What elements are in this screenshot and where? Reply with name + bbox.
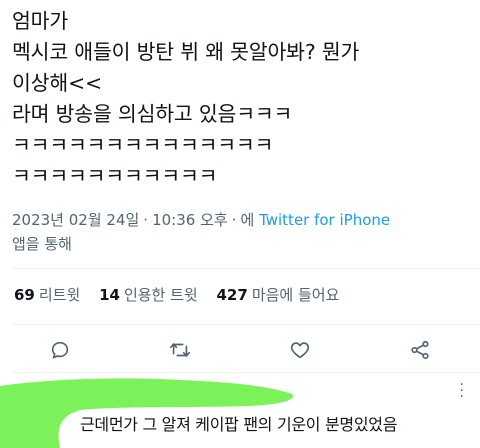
share-icon [411,340,429,360]
like-button[interactable] [286,336,314,364]
tweet-time[interactable]: 10:36 오후 [152,211,228,229]
tweet-line: ㅋㅋㅋㅋㅋㅋㅋㅋㅋㅋㅋㅋㅋㅋ [12,133,274,157]
retweets-count: 69 [14,286,35,304]
likes-label: 마음에 들어요 [251,286,340,304]
divider [12,268,480,269]
via-prefix: 에 [240,211,255,229]
divider [12,324,480,325]
heart-icon [290,342,310,359]
reply-text: 근데먼가 그 알져 케이팝 팬의 기운이 분명있었음 [80,415,398,434]
tweet-actions [0,330,480,370]
green-marker-scribble [0,378,294,448]
more-options-icon[interactable]: · · · [460,378,464,404]
retweets-label: 리트윗 [38,286,81,304]
tweet-line: 라며 방송을 의심하고 있음ㅋㅋㅋ [12,102,293,126]
tweet-date[interactable]: 2023년 02월 24일 [12,211,139,229]
likes-stat[interactable]: 427 마음에 들어요 [217,286,340,304]
separator-dot: · [231,211,237,229]
retweets-stat[interactable]: 69 리트윗 [14,286,80,304]
tweet-line: 멕시코 애들이 방탄 뷔 왜 못알아봐? 뭔가 [12,40,360,64]
retweet-button[interactable] [166,336,194,364]
reply-icon [51,341,69,359]
share-button[interactable] [406,336,434,364]
separator-dot: · [143,211,149,229]
tweet-line: 이상해<< [12,71,102,95]
retweet-icon [170,343,190,357]
via-suffix: 앱을 통해 [12,235,72,253]
quotes-stat[interactable]: 14 인용한 트윗 [99,286,198,304]
tweet-stats: 69 리트윗 14 인용한 트윗 427 마음에 들어요 [14,284,353,305]
reply-button[interactable] [46,336,74,364]
quotes-count: 14 [99,286,120,304]
quotes-label: 인용한 트윗 [123,286,198,304]
likes-count: 427 [216,286,248,304]
tweet-line: 엄마가 [12,9,68,33]
source-link[interactable]: Twitter for iPhone [259,211,390,229]
tweet-text: 엄마가 멕시코 애들이 방탄 뷔 왜 못알아봐? 뭔가 이상해<< 라며 방송을… [12,6,472,192]
tweet-line: ㅋㅋㅋㅋㅋㅋㅋㅋㅋㅋㅋ [12,164,218,188]
tweet-metadata: 2023년 02월 24일 · 10:36 오후 · 에 Twitter for iPh… [12,208,472,256]
